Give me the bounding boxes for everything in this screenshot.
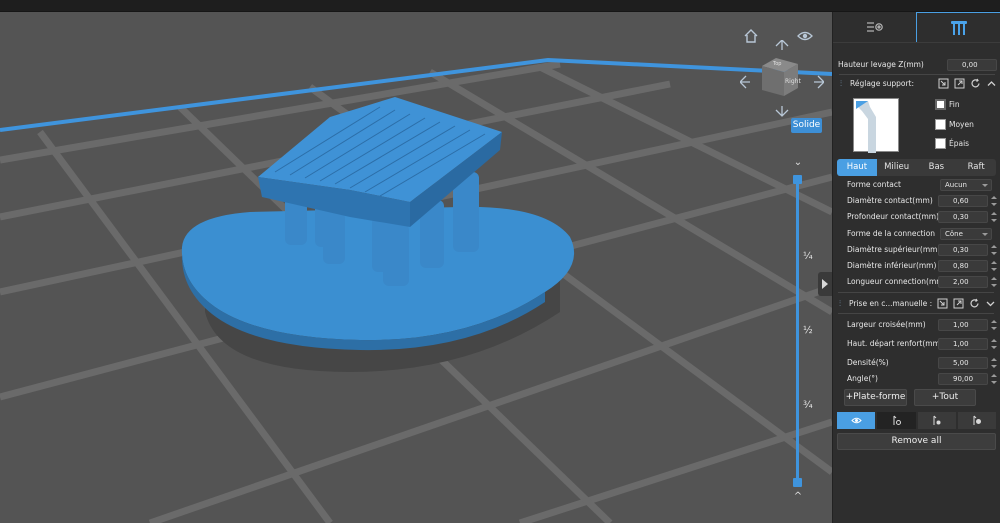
tab-top[interactable]: Haut [837,159,877,176]
panel-collapse-toggle[interactable] [818,272,832,296]
divider [839,74,995,75]
support-tip-preview [853,98,899,153]
tab-raft[interactable]: Raft [956,159,996,176]
add-support-button[interactable] [877,412,916,429]
tab-bottom[interactable]: Bas [917,159,957,176]
section-tools [938,78,997,89]
add-platform-button[interactable]: +Plate-forme [844,389,907,406]
arrow-up-icon [775,39,789,50]
chevron-up-icon[interactable]: ^ [792,492,804,502]
slider-bottom-handle[interactable] [793,478,802,487]
checkbox-box[interactable] [935,99,946,110]
layer-half-label: ½ [803,325,813,336]
view-cube[interactable]: Right Top [739,39,825,124]
delete-support-button[interactable] [957,412,996,429]
arrow-right-icon [814,75,825,89]
chevron-down-icon[interactable]: ⌄ [792,158,804,168]
support-mode-bar [837,412,996,429]
panel-tabs [833,12,1000,43]
density-thick-label: Épais [949,139,970,148]
tab-middle[interactable]: Milieu [877,159,917,176]
3d-viewport[interactable]: Right Top Solide ⌄ ^ [0,12,832,523]
layer-quarter-label: ¼ [803,251,813,262]
arrow-left-icon [739,75,750,89]
checkbox-box[interactable] [935,138,946,149]
support-structure-icon [950,20,967,35]
layer-three-quarter-label: ¾ [803,400,813,411]
density-medium-label: Moyen [949,120,974,129]
support-add-icon [893,415,901,425]
lift-height-label: Hauteur levage Z(mm) [838,60,924,69]
tab-support[interactable] [916,12,1000,42]
density-fine-checkbox[interactable]: Fin [935,99,995,111]
eye-icon [850,417,862,424]
density-thick-checkbox[interactable]: Épais [935,138,995,150]
density-fine-label: Fin [949,100,960,109]
support-settings-section: ⫶ Réglage support: [833,76,1000,92]
lift-height-input[interactable]: 0,00 [947,59,997,71]
support-edit-icon [933,415,941,425]
slider-track[interactable] [796,178,799,484]
density-medium-checkbox[interactable]: Moyen [935,119,995,131]
support-delete-icon [973,415,982,425]
export-icon[interactable] [954,78,965,89]
settings-list-icon [866,22,883,32]
scene-canvas [0,57,832,523]
solid-view-button[interactable]: Solide [791,118,822,133]
view-mode-button[interactable] [837,412,876,429]
edit-support-button[interactable] [917,412,956,429]
slider-top-handle[interactable] [793,175,802,184]
arrow-down-icon [775,106,789,117]
remove-all-button[interactable]: Remove all [837,433,996,450]
cube-face-top[interactable]: Top [773,61,781,67]
support-section-label: Réglage support: [850,79,915,88]
refresh-icon[interactable] [970,78,981,89]
support-tool-icon: ⫶ [840,79,842,88]
collapse-up-icon[interactable] [986,78,997,89]
cube-face-right[interactable]: Right [785,78,801,85]
add-all-button[interactable]: +Tout [914,389,976,406]
import-icon[interactable] [938,78,949,89]
lift-height-row: Hauteur levage Z(mm) 0,00 [833,57,1000,73]
support-part-tabs: Haut Milieu Bas Raft [837,159,996,176]
checkbox-box[interactable] [935,119,946,130]
tab-print-settings[interactable] [833,12,916,42]
title-bar [0,0,1000,12]
